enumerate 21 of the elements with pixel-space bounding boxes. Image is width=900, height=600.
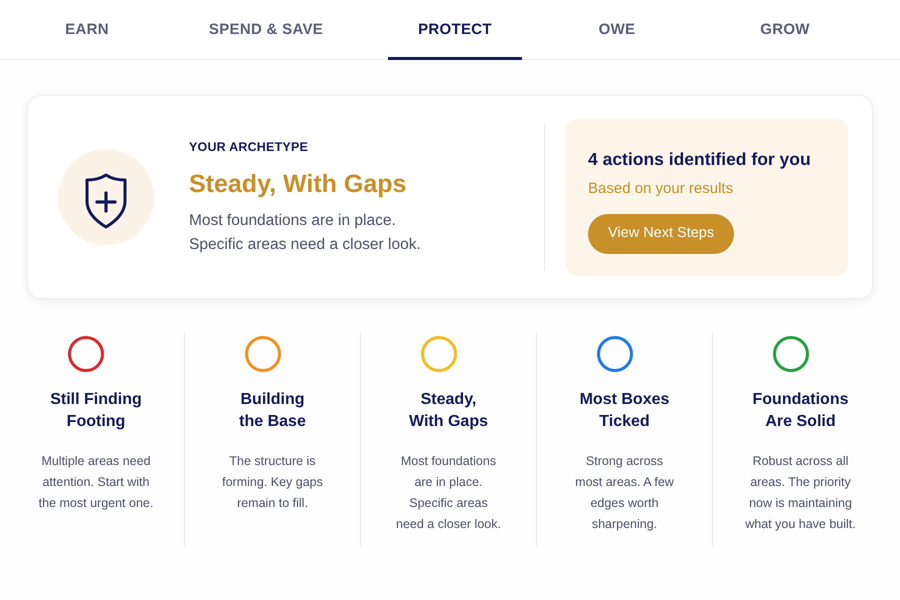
archetype-name: Still Finding Footing (50, 390, 142, 432)
tab[interactable]: GROW (730, 0, 840, 60)
tab[interactable]: EARN (35, 0, 139, 60)
archetype-description: Robust across all areas. The priority now is maintaining what you have built. (745, 453, 856, 533)
tab[interactable]: PROTECT (388, 0, 522, 60)
actions-subheading: Based on your results (588, 178, 734, 198)
archetype-description: The structure is forming. Key gaps remain to fill. (222, 453, 323, 512)
archetype-description: Strong across most areas. A few edges worth sharpening. (575, 453, 674, 533)
tab[interactable]: SPEND & SAVE (178, 0, 354, 60)
tab[interactable]: OWE (568, 0, 666, 60)
archetype-name: Foundations Are Solid (752, 390, 848, 432)
archetype-name: Most Boxes Ticked (580, 390, 670, 432)
archetype-description: Most foundations are in place. Specific areas need a closer look. (396, 453, 501, 533)
archetype-name: Steady, With Gaps (409, 390, 488, 432)
eyebrow-label: YOUR ARCHETYPE (189, 139, 310, 155)
actions-heading: 4 actions identified for you (588, 148, 812, 170)
archetype-title: Steady, With Gaps (189, 169, 408, 200)
archetype-description: Multiple areas need attention. Start with the most urgent one. (38, 453, 154, 512)
archetype-description: Most foundations are in place. Specific areas need a closer look. (189, 211, 422, 255)
archetype-name: Building the Base (239, 390, 306, 432)
shield-plus-icon (58, 149, 154, 245)
